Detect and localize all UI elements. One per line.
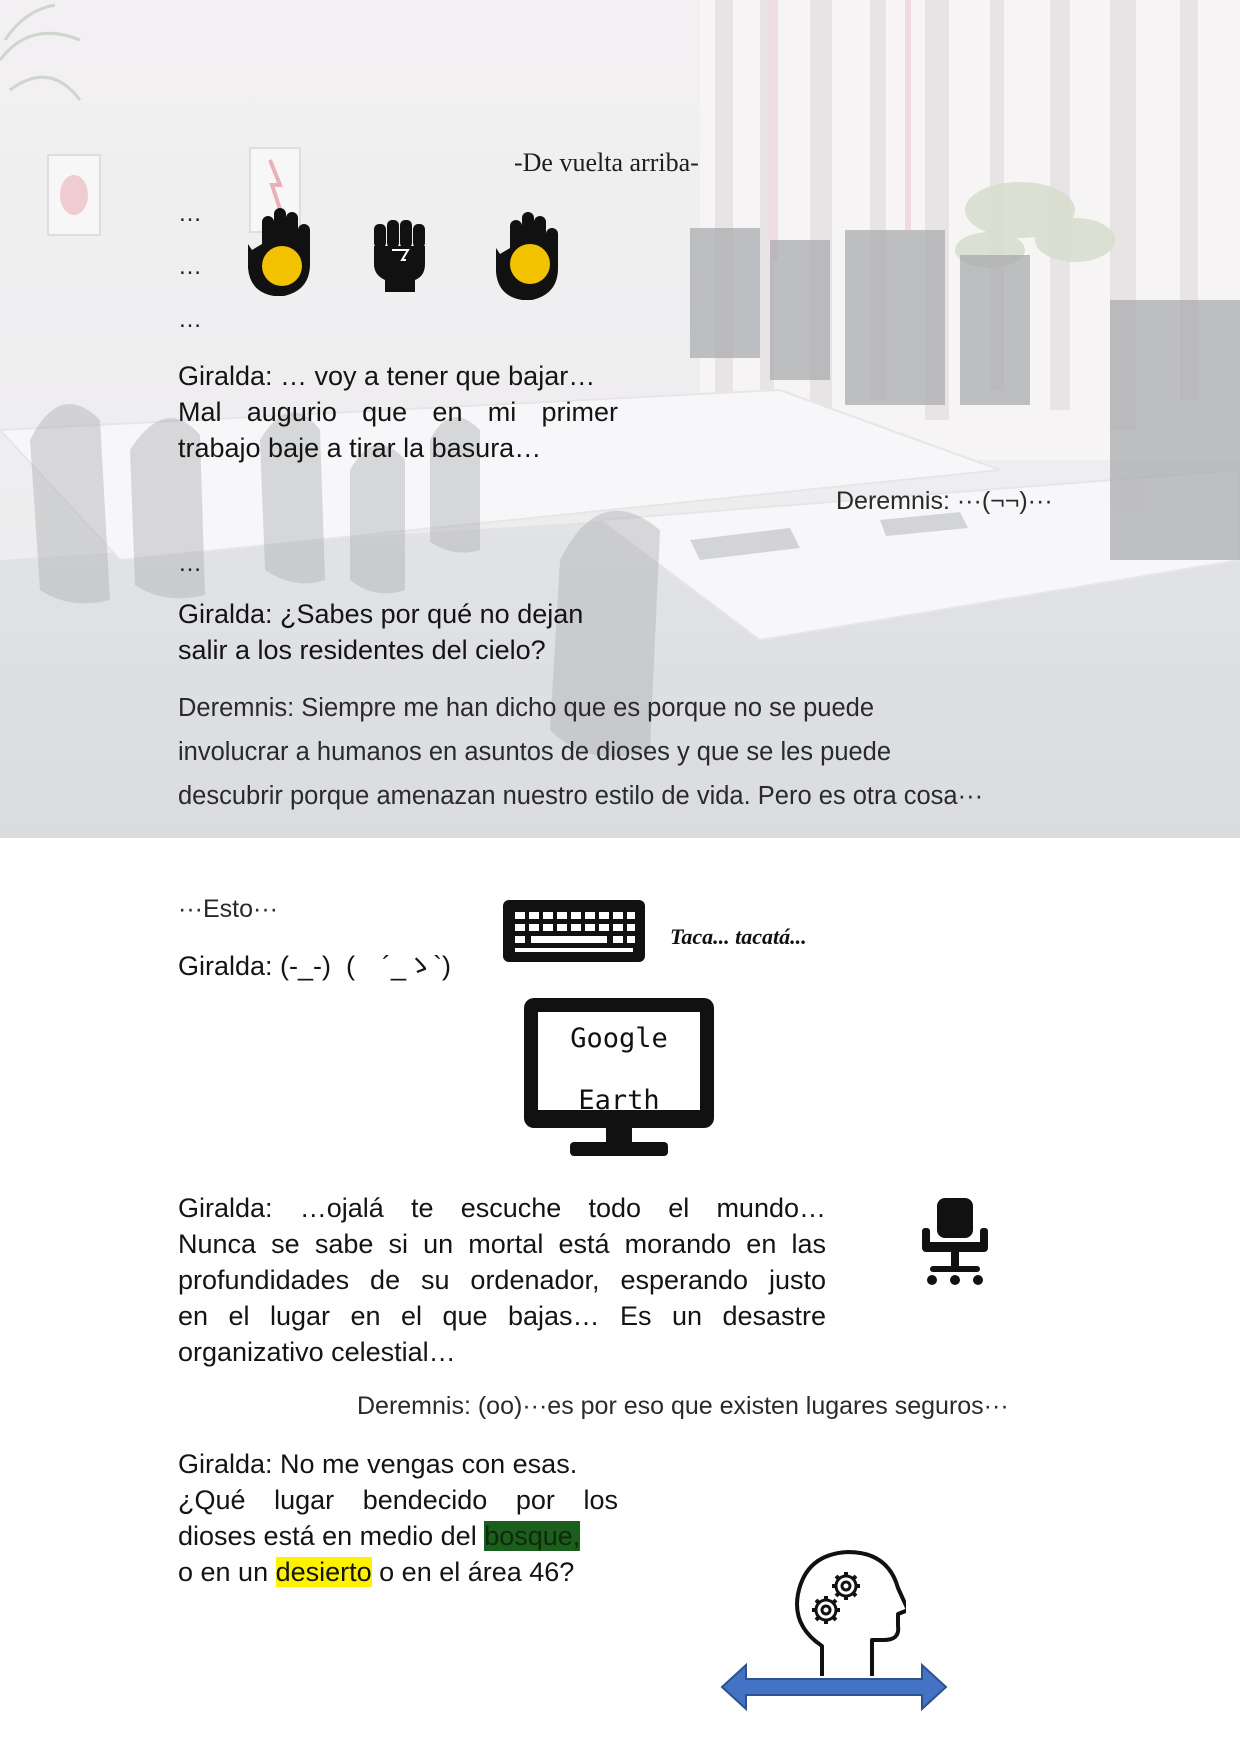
raised-fist-icon	[370, 218, 428, 294]
dialogue-line: profundidades de su ordenador, esperando…	[178, 1265, 826, 1295]
ellipsis-line: …	[178, 253, 204, 280]
dialogue-esto: ···Esto···	[178, 895, 278, 923]
dialogue-line: descubrir porque amenazan nuestro estilo…	[178, 782, 984, 810]
monitor-line: Earth	[578, 1085, 660, 1116]
dialogue-line: dioses está en medio del bosque,	[178, 1518, 618, 1554]
dialogue-line: ¿Qué lugar bendecido por los	[178, 1485, 618, 1515]
double-arrow-icon	[720, 1662, 948, 1712]
raised-hand-icon	[237, 208, 320, 300]
dialogue-deremnis-3: Deremnis: (oo)···es por eso que existen …	[357, 1392, 1009, 1420]
monitor-screen-text: Google Earth	[538, 1008, 700, 1132]
dialogue-line: involucrar a humanos en asuntos de diose…	[178, 738, 892, 766]
dialogue-giralda-2: Giralda: ¿Sabes por qué no dejan salir a…	[178, 596, 638, 668]
ellipsis-line: …	[178, 200, 204, 227]
dialogue-line: Nunca se sabe si un mortal está morando …	[178, 1229, 826, 1259]
keyboard-icon	[503, 900, 645, 962]
dialogue-line: Giralda: No me vengas con esas.	[178, 1449, 578, 1479]
dialogue-line: Giralda: ¿Sabes por qué no dejan	[178, 599, 584, 629]
dialogue-line: o en un desierto o en el área 46?	[178, 1554, 618, 1590]
dialogue-text: dioses está en medio del	[178, 1521, 485, 1551]
raised-hand-icon	[485, 212, 568, 304]
dialogue-line: salir a los residentes del cielo?	[178, 635, 546, 665]
dialogue-line: Giralda: … voy a tener que bajar…	[178, 361, 596, 391]
head-gears-icon	[790, 1550, 910, 1680]
dialogue-giralda-3: Giralda: (-_-) ( ´_ゝ`)	[178, 951, 452, 981]
dialogue-giralda-1: Giralda: … voy a tener que bajar… Mal au…	[178, 358, 618, 466]
dialogue-line: Mal augurio que en mi primer	[178, 397, 618, 427]
dialogue-line: organizativo celestial…	[178, 1337, 456, 1367]
dialogue-line: en el lugar en el que bajas… Es un desas…	[178, 1301, 826, 1331]
typing-sound-text: Taca... tacatá...	[670, 924, 807, 949]
page-title: -De vuelta arriba-	[514, 148, 699, 177]
office-chair-icon	[920, 1198, 990, 1286]
ellipsis-line: …	[178, 550, 204, 577]
highlight-desierto: desierto	[275, 1557, 372, 1587]
dialogue-deremnis-2: Deremnis: Siempre me han dicho que es po…	[178, 686, 1078, 818]
dialogue-text: o en el área 46?	[371, 1557, 575, 1587]
dialogue-giralda-5: Giralda: No me vengas con esas. ¿Qué lug…	[178, 1446, 618, 1590]
highlight-bosque: bosque,	[484, 1521, 581, 1551]
dialogue-line: Giralda: …ojalá te escuche todo el mundo…	[178, 1193, 826, 1223]
dialogue-line: Deremnis: Siempre me han dicho que es po…	[178, 694, 875, 722]
dialogue-text: o en un	[178, 1557, 276, 1587]
ellipsis-line: …	[178, 306, 204, 333]
dialogue-line: trabajo baje a tirar la basura…	[178, 433, 542, 463]
dialogue-deremnis-1: Deremnis: ···(¬¬)···	[836, 487, 1053, 515]
monitor-line: Google	[570, 1023, 668, 1054]
dialogue-giralda-4: Giralda: …ojalá te escuche todo el mundo…	[178, 1190, 826, 1370]
